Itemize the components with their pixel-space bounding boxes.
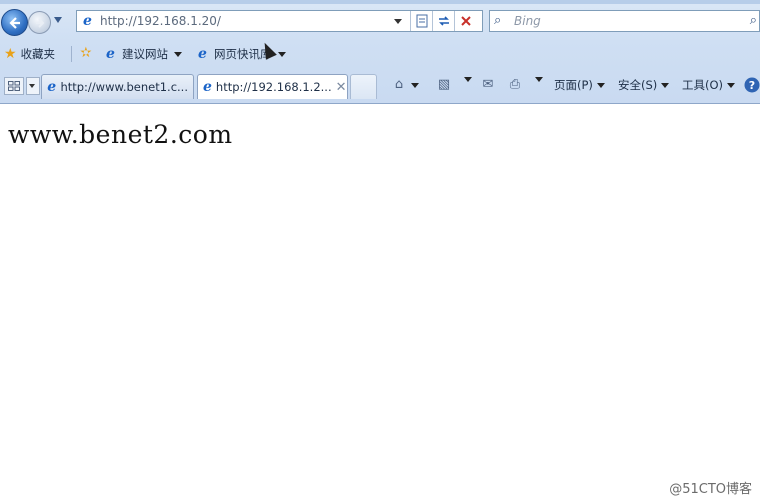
ie-page-icon: e: [203, 78, 212, 95]
favorites-button[interactable]: ★ 收藏夹: [4, 46, 55, 62]
tab-benet1[interactable]: e http://www.benet1.c...: [41, 74, 194, 99]
suggested-sites-button[interactable]: e 建议网站: [103, 46, 182, 62]
title-strip: [0, 0, 760, 4]
ie-page-icon: e: [106, 45, 115, 62]
forward-button[interactable]: [28, 11, 51, 34]
home-button[interactable]: ⌂: [391, 77, 419, 93]
browser-chrome: e http://192.168.1.20/ ⌕ Bing ⌕ ★ 收藏夹 ✫ …: [0, 0, 760, 104]
tools-menu-label: 工具(O): [682, 78, 724, 92]
page-menu[interactable]: 页面(P): [554, 77, 605, 93]
chevron-down-icon: [277, 51, 286, 57]
tab-192-168-1-20[interactable]: e http://192.168.1.2... ✕: [197, 74, 348, 99]
tab-row: e http://www.benet1.c... e http://192.16…: [0, 71, 760, 102]
search-box[interactable]: ⌕ Bing ⌕: [489, 10, 760, 32]
refresh-icon: [438, 16, 449, 26]
address-url[interactable]: http://192.168.1.20/: [100, 14, 221, 28]
safety-menu-label: 安全(S): [618, 78, 658, 92]
print-dropdown[interactable]: [533, 77, 543, 82]
back-button[interactable]: [1, 9, 28, 36]
ie-page-icon: e: [47, 78, 57, 95]
read-mail-button[interactable]: ✉: [480, 77, 496, 93]
add-favorite-star-icon: ✫: [80, 45, 92, 61]
chevron-down-icon: [464, 77, 472, 82]
add-to-favorites-bar-button[interactable]: ✫: [80, 46, 92, 60]
chevron-down-icon: [727, 82, 736, 88]
chevron-down-icon: [411, 82, 419, 88]
forward-arrow-icon: [35, 17, 44, 28]
search-placeholder[interactable]: Bing: [514, 14, 541, 28]
address-dropdown-icon[interactable]: [394, 19, 402, 24]
quick-tabs-icon: [8, 81, 20, 91]
print-button[interactable]: ⎙: [507, 77, 523, 93]
chevron-down-icon: [661, 82, 670, 88]
tab-list-dropdown[interactable]: [26, 77, 40, 95]
stop-icon: [460, 16, 471, 26]
suggested-sites-label: 建议网站: [122, 47, 168, 61]
favorites-bar: ★ 收藏夹 ✫ e 建议网站 e 网页快讯库: [0, 41, 760, 67]
feeds-button[interactable]: ▧: [436, 77, 452, 93]
chevron-down-icon: [174, 51, 182, 57]
tab-title: http://192.168.1.2...: [215, 80, 332, 94]
refresh-button[interactable]: [432, 11, 454, 31]
safety-menu[interactable]: 安全(S): [618, 77, 670, 93]
favorites-star-icon: ★: [4, 46, 17, 62]
recent-pages-dropdown[interactable]: [54, 17, 62, 23]
close-tab-icon[interactable]: ✕: [336, 80, 347, 95]
page-body-text: www.benet2.com: [8, 120, 233, 149]
rss-feed-icon: ▧: [437, 77, 451, 92]
page-content: www.benet2.com: [0, 104, 760, 504]
home-icon: ⌂: [394, 77, 404, 92]
chevron-down-icon: [596, 82, 605, 88]
search-provider-icon: ⌕: [494, 13, 502, 28]
ie-page-icon: e: [198, 45, 207, 62]
back-arrow-icon: [8, 16, 20, 29]
help-icon: ?: [744, 77, 760, 93]
favorites-label: 收藏夹: [20, 47, 56, 61]
tab-title: http://www.benet1.c...: [60, 80, 188, 94]
address-bar[interactable]: e http://192.168.1.20/: [76, 10, 483, 32]
quick-tabs-button[interactable]: [4, 77, 24, 95]
tools-menu[interactable]: 工具(O): [682, 77, 736, 93]
new-tab-button[interactable]: [350, 74, 377, 99]
help-button[interactable]: ?: [744, 77, 760, 93]
svg-text:?: ?: [749, 79, 755, 92]
page-menu-label: 页面(P): [554, 78, 593, 92]
chevron-down-icon: [535, 77, 543, 82]
watermark: @51CTO博客: [669, 482, 752, 497]
search-icon[interactable]: ⌕: [750, 13, 757, 28]
compatibility-view-button[interactable]: [410, 11, 432, 31]
stop-button[interactable]: [454, 11, 476, 31]
mail-icon: ✉: [482, 77, 494, 92]
compatibility-icon: [416, 14, 427, 28]
ie-page-icon: e: [83, 13, 92, 29]
printer-icon: ⎙: [509, 77, 521, 92]
favorites-separator: [71, 46, 72, 62]
feeds-dropdown[interactable]: [462, 77, 472, 82]
